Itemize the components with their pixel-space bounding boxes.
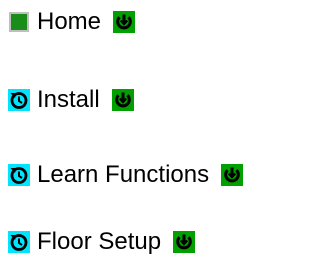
nav-item-label: Floor Setup [37,228,162,255]
step-navigation-list: Home Install Learn Functions Floor Setup [0,0,322,263]
in-progress-icon [8,231,30,253]
in-progress-icon [8,164,30,186]
nav-item-label: Home [37,8,102,35]
in-progress-icon [8,89,30,111]
nav-item-home[interactable]: Home [8,8,136,36]
nav-item-label: Install [37,86,100,113]
expand-down-icon[interactable] [173,231,196,253]
completed-square-icon [8,11,30,33]
expand-down-icon[interactable] [111,89,134,111]
expand-down-icon[interactable] [113,11,136,33]
expand-down-icon[interactable] [221,164,244,186]
nav-item-install[interactable]: Install [8,86,134,114]
nav-item-learn-functions[interactable]: Learn Functions [8,161,244,189]
nav-item-floor-setup[interactable]: Floor Setup [8,228,196,256]
nav-item-label: Learn Functions [37,161,210,188]
